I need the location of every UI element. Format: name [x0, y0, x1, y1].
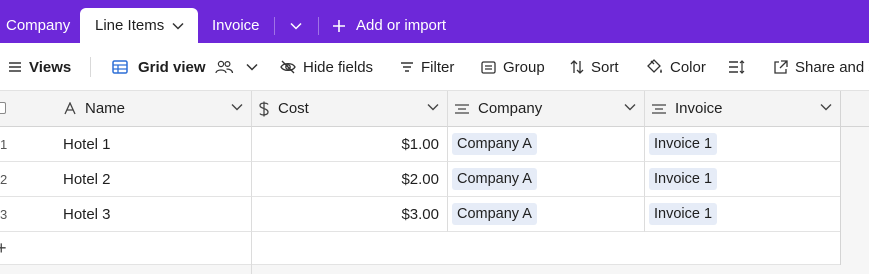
- views-button[interactable]: Views: [8, 43, 71, 91]
- table-tab-bar: Company Line Items Invoice Add or import: [0, 0, 869, 43]
- plus-icon: [333, 19, 345, 32]
- linked-record-chip[interactable]: Company A: [452, 133, 537, 155]
- sort-label: Sort: [591, 58, 619, 76]
- tab-invoice[interactable]: Invoice: [199, 8, 273, 43]
- chevron-down-icon[interactable]: [172, 22, 184, 30]
- chevron-down-icon: [290, 22, 302, 30]
- select-all-checkbox[interactable]: [0, 102, 6, 114]
- group-label: Group: [503, 58, 545, 76]
- column-header-company[interactable]: Company: [448, 91, 645, 127]
- color-button[interactable]: Color: [646, 43, 706, 91]
- paint-bucket-icon: [647, 59, 662, 73]
- group-button[interactable]: Group: [481, 43, 545, 91]
- add-or-import-label: Add or import: [356, 17, 447, 34]
- records-grid: Name Cost Company Invoice 1 Hotel 1 $1.0…: [0, 91, 869, 274]
- share-and-sync-button[interactable]: Share and s: [773, 43, 869, 91]
- chevron-down-icon: [246, 63, 258, 71]
- cell-name: Hotel 2: [63, 170, 111, 188]
- tab-separator: [274, 17, 275, 35]
- linked-record-chip[interactable]: Company A: [452, 203, 537, 225]
- grid-view-label: Grid view: [138, 58, 206, 76]
- people-icon: [214, 60, 233, 74]
- toolbar-divider: [90, 57, 91, 77]
- table-row[interactable]: 1 Hotel 1: [0, 127, 252, 162]
- tab-line-items-label: Line Items: [95, 17, 165, 34]
- column-divider: [251, 265, 252, 274]
- cell-company[interactable]: Company A: [448, 162, 645, 197]
- linked-record-icon: [652, 103, 666, 114]
- chevron-down-icon[interactable]: [231, 103, 243, 111]
- column-header-cost[interactable]: Cost: [252, 91, 448, 127]
- column-header-invoice[interactable]: Invoice: [645, 91, 841, 127]
- currency-icon: [259, 101, 269, 116]
- row-number: 3: [0, 206, 8, 222]
- add-record-row[interactable]: +: [0, 232, 841, 265]
- chevron-down-icon[interactable]: [427, 103, 439, 111]
- linked-record-icon: [455, 103, 469, 114]
- hide-fields-label: Hide fields: [303, 58, 374, 76]
- filter-button[interactable]: Filter: [400, 43, 454, 91]
- cell-company[interactable]: Company A: [448, 197, 645, 232]
- more-tables-button[interactable]: [276, 8, 316, 43]
- chevron-down-icon[interactable]: [820, 103, 832, 111]
- cell-name: Hotel 1: [63, 135, 111, 153]
- cell-name: Hotel 3: [63, 205, 111, 223]
- grid-right-edge: [840, 91, 841, 265]
- tab-line-items[interactable]: Line Items: [80, 8, 198, 43]
- sort-icon: [570, 60, 584, 74]
- cell-invoice[interactable]: Invoice 1: [645, 162, 841, 197]
- share-icon: [774, 59, 788, 74]
- table-row[interactable]: 3 Hotel 3: [0, 197, 252, 232]
- column-header-company-label: Company: [478, 100, 543, 117]
- row-height-button[interactable]: [728, 43, 745, 91]
- linked-record-chip[interactable]: Invoice 1: [649, 203, 718, 225]
- row-height-icon: [729, 60, 745, 74]
- row-number: 1: [0, 136, 8, 152]
- top-strip: [0, 0, 869, 8]
- cell-invoice[interactable]: Invoice 1: [645, 197, 841, 232]
- eye-slash-icon: [280, 60, 296, 74]
- plus-icon: +: [0, 238, 7, 258]
- cell-company[interactable]: Company A: [448, 127, 645, 162]
- group-icon: [481, 60, 496, 74]
- share-label: Share and s: [795, 58, 869, 76]
- hamburger-icon: [9, 62, 21, 72]
- cell-cost[interactable]: $1.00: [252, 127, 448, 162]
- add-or-import-button[interactable]: Add or import: [324, 8, 474, 43]
- linked-record-chip[interactable]: Invoice 1: [649, 133, 718, 155]
- column-header-name[interactable]: Name: [0, 91, 252, 127]
- column-header-name-label: Name: [85, 100, 126, 117]
- cell-cost[interactable]: $2.00: [252, 162, 448, 197]
- row-number: 2: [0, 171, 8, 187]
- column-divider: [251, 232, 252, 265]
- column-header-cost-label: Cost: [278, 100, 309, 117]
- views-label: Views: [29, 58, 72, 76]
- tab-company-label: Company: [6, 17, 71, 34]
- text-field-icon: [64, 102, 76, 115]
- grid-view-button[interactable]: Grid view: [112, 43, 258, 91]
- tab-separator: [318, 17, 319, 35]
- tab-invoice-label: Invoice: [212, 17, 260, 34]
- add-field-header[interactable]: [841, 91, 869, 127]
- linked-record-chip[interactable]: Invoice 1: [649, 168, 718, 190]
- linked-record-chip[interactable]: Company A: [452, 168, 537, 190]
- table-row[interactable]: 2 Hotel 2: [0, 162, 252, 197]
- tab-company[interactable]: Company: [0, 8, 80, 43]
- sort-button[interactable]: Sort: [570, 43, 619, 91]
- filter-label: Filter: [421, 58, 455, 76]
- color-label: Color: [670, 58, 706, 76]
- view-toolbar: Views Grid view Hide fields Filter Group…: [0, 43, 869, 91]
- cell-invoice[interactable]: Invoice 1: [645, 127, 841, 162]
- chevron-down-icon[interactable]: [624, 103, 636, 111]
- filter-icon: [401, 62, 413, 72]
- cell-cost[interactable]: $3.00: [252, 197, 448, 232]
- grid-icon: [112, 60, 128, 74]
- column-header-invoice-label: Invoice: [675, 100, 723, 117]
- hide-fields-button[interactable]: Hide fields: [280, 43, 373, 91]
